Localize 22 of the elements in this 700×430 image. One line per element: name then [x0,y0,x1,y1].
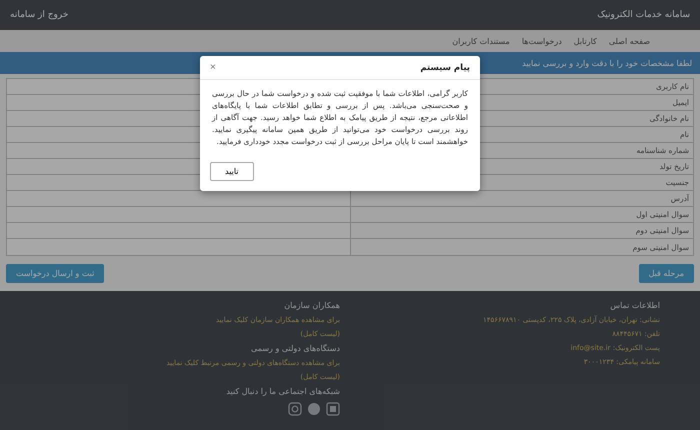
value-field[interactable] [7,207,350,222]
nav-link[interactable]: کارتابل [574,36,597,46]
circle-icon[interactable] [307,402,321,416]
value-field[interactable] [7,239,350,255]
submit-button[interactable]: ثبت و ارسال درخواست [6,264,104,283]
logout-link[interactable]: خروج از سامانه [10,10,68,20]
footer-heading: دستگاه‌های دولتی و رسمی [251,344,340,353]
dialog-title: پیام سیستم [420,62,470,72]
footer-heading: همکاران سازمان [284,301,340,310]
nav-link[interactable]: مستندات کاربران [452,36,510,46]
footer-heading: شبکه‌های اجتماعی ما را دنبال کنید [226,387,340,396]
back-button[interactable]: مرحله قبل [638,264,694,283]
ok-button[interactable]: تایید [210,162,254,181]
grid-icon[interactable] [326,402,340,416]
value-field[interactable] [7,223,350,238]
close-button[interactable]: × [210,62,216,73]
site-title: سامانه خدمات الکترونیک [597,10,690,20]
instagram-icon[interactable] [288,402,302,416]
value-field[interactable] [7,191,350,206]
nav-link[interactable]: درخواست‌ها [522,36,562,46]
nav-link[interactable]: صفحه اصلی [608,36,650,46]
footer-heading: اطلاعات تماس [610,301,660,310]
